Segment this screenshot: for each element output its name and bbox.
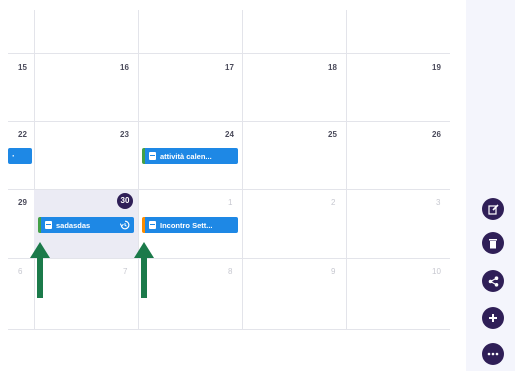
event-title: attività calen... [160, 151, 212, 161]
more-icon [487, 352, 499, 356]
day-number[interactable]: 26 [432, 130, 441, 139]
annotation-arrow-up [30, 242, 50, 298]
day-number[interactable]: 29 [18, 198, 27, 207]
edit-button[interactable] [482, 198, 504, 220]
calendar-icon [149, 152, 156, 160]
day-number[interactable]: 17 [225, 63, 234, 72]
day-number[interactable]: 8 [228, 267, 232, 276]
event-continuation[interactable]: · [8, 148, 32, 164]
day-number[interactable]: 7 [123, 267, 127, 276]
day-number[interactable]: 2 [331, 198, 335, 207]
history-icon [120, 220, 130, 230]
delete-button[interactable] [482, 232, 504, 254]
day-number[interactable]: 19 [432, 63, 441, 72]
annotation-arrow-up [134, 242, 154, 298]
day-number[interactable]: 23 [120, 130, 129, 139]
trash-icon [489, 238, 497, 248]
day-number[interactable]: 24 [225, 130, 234, 139]
more-button[interactable] [482, 343, 504, 365]
day-number[interactable]: 25 [328, 130, 337, 139]
day-number[interactable]: 18 [328, 63, 337, 72]
add-button[interactable] [482, 307, 504, 329]
share-button[interactable] [482, 270, 504, 292]
day-number[interactable]: 16 [120, 63, 129, 72]
continuation-marker: · [12, 151, 15, 161]
day-number[interactable]: 9 [331, 267, 335, 276]
today-badge[interactable]: 30 [117, 193, 133, 209]
day-number[interactable]: 10 [432, 267, 441, 276]
calendar-month-grid: 15 16 17 18 19 22 23 24 25 26 29 30 1 2 … [0, 0, 450, 330]
grid-line [8, 258, 450, 259]
grid-line [346, 10, 347, 330]
grid-line [8, 329, 450, 330]
event-title: sadasdas [56, 220, 91, 230]
calendar-icon [45, 221, 52, 229]
grid-line [8, 121, 450, 122]
day-number[interactable]: 1 [228, 198, 232, 207]
event-title: Incontro Sett... [160, 220, 213, 230]
day-number[interactable]: 6 [18, 267, 22, 276]
edit-icon [487, 203, 499, 215]
day-number[interactable]: 3 [436, 198, 440, 207]
grid-line [242, 10, 243, 330]
event-attivita-calendario[interactable]: attività calen... [142, 148, 238, 164]
day-number[interactable]: 15 [18, 63, 27, 72]
share-icon [488, 275, 498, 287]
event-incontro-settimanale[interactable]: Incontro Sett... [142, 217, 238, 233]
plus-icon [489, 314, 497, 322]
event-sadasdas[interactable]: sadasdas [38, 217, 134, 233]
grid-line [8, 53, 450, 54]
day-number[interactable]: 22 [18, 130, 27, 139]
calendar-icon [149, 221, 156, 229]
